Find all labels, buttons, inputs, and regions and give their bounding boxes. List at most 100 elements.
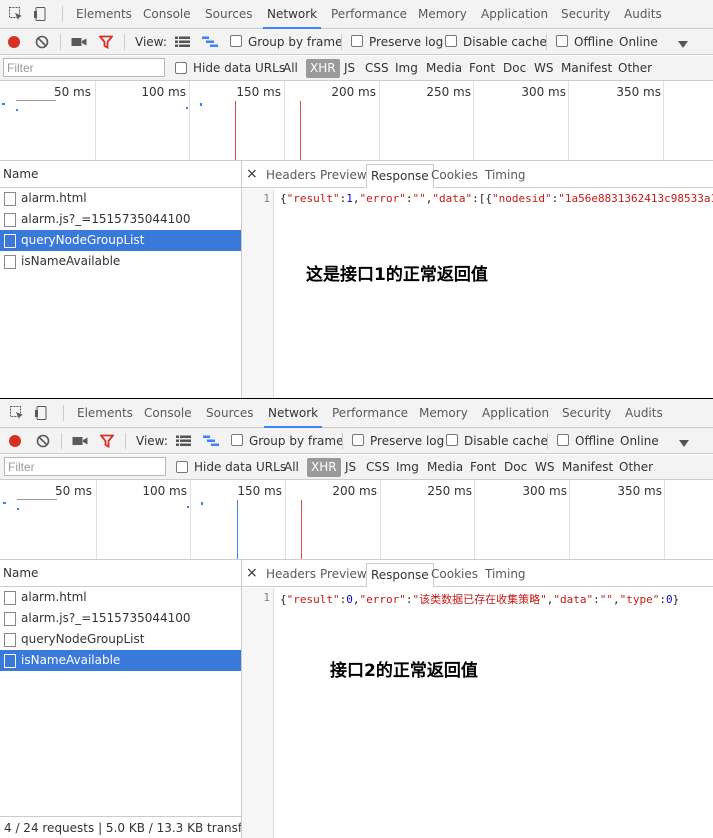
large-rows-icon[interactable]: [176, 435, 191, 447]
filter-type-font[interactable]: Font: [470, 455, 496, 480]
inspect-icon[interactable]: [8, 6, 24, 22]
filter-type-other[interactable]: Other: [619, 455, 653, 480]
offline-checkbox[interactable]: [557, 434, 569, 446]
disable-cache-label[interactable]: Disable cache: [463, 29, 547, 55]
detail-tab-response[interactable]: Response: [366, 164, 434, 188]
record-icon[interactable]: [8, 434, 22, 448]
response-body[interactable]: {"result":0,"error":"该类数据已存在收集策略","data"…: [280, 591, 679, 607]
waterfall-icon[interactable]: [203, 435, 219, 447]
filter-type-media[interactable]: Media: [427, 455, 463, 480]
record-icon[interactable]: [7, 35, 21, 49]
preserve-log-label[interactable]: Preserve log: [369, 29, 443, 55]
tab-network[interactable]: Network: [263, 0, 322, 29]
request-row[interactable]: alarm.js?_=1515735044100: [0, 608, 241, 629]
tab-performance[interactable]: Performance: [332, 399, 408, 428]
tab-elements[interactable]: Elements: [77, 399, 133, 428]
detail-tab-cookies[interactable]: Cookies: [427, 563, 482, 587]
filter-type-img[interactable]: Img: [395, 56, 418, 81]
filter-type-css[interactable]: CSS: [365, 56, 389, 81]
detail-tab-timing[interactable]: Timing: [481, 164, 530, 188]
filter-input[interactable]: [4, 457, 166, 476]
tab-memory[interactable]: Memory: [419, 399, 468, 428]
close-icon[interactable]: ×: [246, 161, 258, 188]
hide-data-urls-label[interactable]: Hide data URLs: [194, 455, 286, 480]
tab-console[interactable]: Console: [144, 399, 192, 428]
timeline-overview[interactable]: 50 ms 100 ms 150 ms 200 ms 250 ms 300 ms 350 m…: [0, 81, 713, 161]
filter-type-font[interactable]: Font: [469, 56, 495, 81]
tab-security[interactable]: Security: [562, 399, 611, 428]
device-toolbar-icon[interactable]: [33, 6, 49, 22]
filter-type-js[interactable]: JS: [345, 455, 356, 480]
disable-cache-checkbox[interactable]: [446, 434, 458, 446]
filter-type-js[interactable]: JS: [344, 56, 355, 81]
dropdown-arrow-icon[interactable]: [678, 38, 688, 48]
detail-tab-response[interactable]: Response: [366, 563, 434, 587]
detail-tab-headers[interactable]: Headers: [262, 164, 320, 188]
filter-input[interactable]: [3, 58, 165, 77]
name-column-header[interactable]: Name: [0, 560, 241, 587]
filter-type-ws[interactable]: WS: [534, 56, 553, 81]
filter-type-manifest[interactable]: Manifest: [562, 455, 613, 480]
filter-type-xhr[interactable]: XHR: [307, 458, 341, 477]
request-row[interactable]: queryNodeGroupList: [0, 629, 241, 650]
detail-tab-preview[interactable]: Preview: [316, 563, 371, 587]
detail-tab-preview[interactable]: Preview: [316, 164, 371, 188]
device-toolbar-icon[interactable]: [34, 405, 50, 421]
offline-checkbox[interactable]: [556, 35, 568, 47]
tab-security[interactable]: Security: [561, 0, 610, 29]
tab-performance[interactable]: Performance: [331, 0, 407, 29]
filter-type-doc[interactable]: Doc: [504, 455, 527, 480]
name-column-header[interactable]: Name: [0, 161, 241, 188]
filter-type-doc[interactable]: Doc: [503, 56, 526, 81]
filter-type-css[interactable]: CSS: [366, 455, 390, 480]
tab-application[interactable]: Application: [481, 0, 548, 29]
waterfall-icon[interactable]: [202, 36, 218, 48]
tab-audits[interactable]: Audits: [625, 399, 663, 428]
filter-icon[interactable]: [99, 434, 115, 448]
filter-icon[interactable]: [98, 35, 114, 49]
tab-application[interactable]: Application: [482, 399, 549, 428]
throttle-select[interactable]: Online: [620, 428, 659, 454]
filter-type-img[interactable]: Img: [396, 455, 419, 480]
tab-sources[interactable]: Sources: [205, 0, 252, 29]
filter-type-all[interactable]: All: [283, 56, 298, 81]
timeline-overview[interactable]: 50 ms 100 ms 150 ms 200 ms 250 ms 300 ms 350 m…: [0, 480, 713, 560]
disable-cache-checkbox[interactable]: [445, 35, 457, 47]
throttle-select[interactable]: Online: [619, 29, 658, 55]
close-icon[interactable]: ×: [246, 560, 258, 587]
preserve-log-label[interactable]: Preserve log: [370, 428, 444, 454]
hide-data-urls-label[interactable]: Hide data URLs: [193, 56, 285, 81]
preserve-log-checkbox[interactable]: [351, 35, 363, 47]
clear-icon[interactable]: [36, 434, 50, 448]
group-by-frame-label[interactable]: Group by frame: [248, 29, 342, 55]
filter-type-xhr[interactable]: XHR: [306, 59, 340, 78]
camera-icon[interactable]: [71, 36, 87, 48]
filter-type-media[interactable]: Media: [426, 56, 462, 81]
response-body[interactable]: {"result":1,"error":"","data":[{"nodesid…: [280, 192, 713, 205]
hide-data-urls-checkbox[interactable]: [176, 461, 188, 473]
preserve-log-checkbox[interactable]: [352, 434, 364, 446]
clear-icon[interactable]: [35, 35, 49, 49]
group-by-frame-checkbox[interactable]: [230, 35, 242, 47]
group-by-frame-label[interactable]: Group by frame: [249, 428, 343, 454]
group-by-frame-checkbox[interactable]: [231, 434, 243, 446]
detail-tab-timing[interactable]: Timing: [481, 563, 530, 587]
filter-type-other[interactable]: Other: [618, 56, 652, 81]
request-row[interactable]: alarm.html: [0, 188, 241, 209]
tab-network[interactable]: Network: [264, 399, 323, 428]
camera-icon[interactable]: [72, 435, 88, 447]
request-row[interactable]: alarm.js?_=1515735044100: [0, 209, 241, 230]
request-row[interactable]: isNameAvailable: [0, 650, 241, 671]
tab-elements[interactable]: Elements: [76, 0, 132, 29]
large-rows-icon[interactable]: [175, 36, 190, 48]
offline-label[interactable]: Offline: [575, 428, 614, 454]
tab-memory[interactable]: Memory: [418, 0, 467, 29]
filter-type-ws[interactable]: WS: [535, 455, 554, 480]
request-row[interactable]: alarm.html: [0, 587, 241, 608]
tab-sources[interactable]: Sources: [206, 399, 253, 428]
request-row[interactable]: isNameAvailable: [0, 251, 241, 272]
dropdown-arrow-icon[interactable]: [679, 437, 689, 447]
filter-type-manifest[interactable]: Manifest: [561, 56, 612, 81]
detail-tab-headers[interactable]: Headers: [262, 563, 320, 587]
tab-audits[interactable]: Audits: [624, 0, 662, 29]
